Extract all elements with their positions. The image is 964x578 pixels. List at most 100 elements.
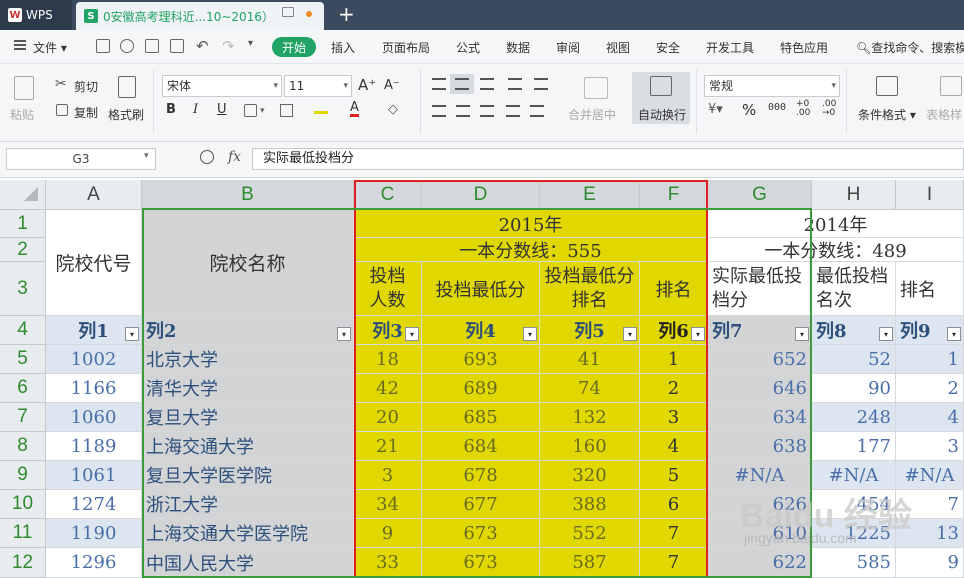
row-header[interactable]: 5 bbox=[0, 345, 46, 374]
menu-tab-review[interactable]: 审阅 bbox=[556, 39, 580, 56]
column-header-b[interactable]: B bbox=[142, 180, 354, 210]
table-cell[interactable]: 90 bbox=[812, 374, 896, 403]
table-cell[interactable]: 652 bbox=[708, 345, 812, 374]
table-cell[interactable]: 北京大学 bbox=[142, 345, 354, 374]
filter-dropdown-icon[interactable]: ▾ bbox=[623, 327, 637, 341]
filter-header-col3[interactable]: 列3 ▾ bbox=[354, 316, 422, 345]
header-cell-rank-2014[interactable]: 排名 bbox=[896, 262, 964, 316]
decrease-decimal-icon[interactable]: .00 →0 bbox=[822, 100, 836, 118]
table-cell[interactable]: 6 bbox=[640, 490, 708, 519]
table-cell[interactable]: 638 bbox=[708, 432, 812, 461]
row-header[interactable]: 6 bbox=[0, 374, 46, 403]
header-cell-school-name[interactable]: 院校名称 bbox=[142, 210, 354, 316]
filter-dropdown-icon[interactable]: ▾ bbox=[523, 327, 537, 341]
table-cell[interactable]: 3 bbox=[640, 403, 708, 432]
table-cell[interactable]: 上海交通大学 bbox=[142, 432, 354, 461]
print-icon[interactable] bbox=[145, 39, 159, 53]
align-top-icon[interactable] bbox=[432, 78, 446, 90]
name-box-dropdown-icon[interactable]: ▾ bbox=[144, 151, 149, 161]
table-cell[interactable]: 622 bbox=[708, 548, 812, 578]
header-cell-min-rank[interactable]: 最低投档名次 bbox=[812, 262, 896, 316]
table-cell[interactable]: 1060 bbox=[46, 403, 142, 432]
filter-header-col4[interactable]: 列4 ▾ bbox=[422, 316, 540, 345]
header-cell-min-score[interactable]: 投档最低分 bbox=[422, 262, 540, 316]
filter-dropdown-icon[interactable]: ▾ bbox=[691, 327, 705, 341]
table-cell[interactable]: 634 bbox=[708, 403, 812, 432]
filter-header-col2[interactable]: 列2 ▾ bbox=[142, 316, 354, 345]
formula-input[interactable]: 实际最低投档分 bbox=[252, 148, 964, 170]
conditional-format-button[interactable]: 条件格式 ▾ bbox=[858, 106, 916, 123]
filter-header-col6[interactable]: 列6 ▾ bbox=[640, 316, 708, 345]
table-cell[interactable]: 21 bbox=[354, 432, 422, 461]
table-cell[interactable]: 673 bbox=[422, 548, 540, 578]
header-cell-rank-2015[interactable]: 排名 bbox=[640, 262, 708, 316]
menu-tab-view[interactable]: 视图 bbox=[606, 39, 630, 56]
table-cell[interactable]: 5 bbox=[640, 461, 708, 490]
decrease-indent-icon[interactable] bbox=[508, 78, 522, 90]
menu-tab-data[interactable]: 数据 bbox=[506, 39, 530, 56]
table-cell[interactable]: 浙江大学 bbox=[142, 490, 354, 519]
menu-tab-start[interactable]: 开始 bbox=[272, 37, 316, 57]
align-bottom-icon[interactable] bbox=[480, 78, 494, 90]
table-cell[interactable]: 388 bbox=[540, 490, 640, 519]
table-cell[interactable]: 673 bbox=[422, 519, 540, 548]
row-header[interactable]: 2 bbox=[0, 238, 46, 262]
table-style-button[interactable]: 表格样 bbox=[926, 106, 962, 123]
menu-tab-page-layout[interactable]: 页面布局 bbox=[382, 39, 430, 56]
filter-dropdown-icon[interactable]: ▾ bbox=[795, 327, 809, 341]
table-cell[interactable]: 2 bbox=[640, 374, 708, 403]
table-cell[interactable]: 684 bbox=[422, 432, 540, 461]
column-header-a[interactable]: A bbox=[46, 180, 142, 210]
align-right-icon[interactable] bbox=[480, 105, 494, 117]
increase-decimal-icon[interactable]: +0.00 bbox=[796, 100, 810, 118]
save-icon[interactable] bbox=[96, 39, 110, 53]
table-cell[interactable]: 693 bbox=[422, 345, 540, 374]
hamburger-menu-icon[interactable] bbox=[14, 40, 26, 50]
table-cell[interactable]: 7 bbox=[640, 519, 708, 548]
command-search[interactable]: 🔍︎查找命令、搜索模 bbox=[856, 39, 964, 56]
table-cell[interactable]: 4 bbox=[896, 403, 964, 432]
column-header-e[interactable]: E bbox=[540, 180, 640, 210]
header-cell-actual-min-score[interactable]: 实际最低投档分 bbox=[708, 262, 812, 316]
menu-tab-insert[interactable]: 插入 bbox=[331, 39, 355, 56]
table-cell[interactable]: 678 bbox=[422, 461, 540, 490]
table-cell[interactable]: 33 bbox=[354, 548, 422, 578]
table-cell[interactable]: 132 bbox=[540, 403, 640, 432]
filter-dropdown-icon[interactable]: ▾ bbox=[337, 327, 351, 341]
filter-header-col8[interactable]: 列8 ▾ bbox=[812, 316, 896, 345]
column-header-f[interactable]: F bbox=[640, 180, 708, 210]
fill-color-icon[interactable] bbox=[314, 102, 328, 114]
row-header[interactable]: 11 bbox=[0, 519, 46, 548]
header-cell-line-2015[interactable]: 一本分数线：555 bbox=[354, 238, 708, 262]
quick-access-more-icon[interactable]: ▾ bbox=[248, 38, 253, 49]
table-cell[interactable]: 1274 bbox=[46, 490, 142, 519]
table-cell[interactable]: #N/A bbox=[812, 461, 896, 490]
table-cell[interactable]: 1002 bbox=[46, 345, 142, 374]
row-header[interactable]: 10 bbox=[0, 490, 46, 519]
filter-header-col5[interactable]: 列5 ▾ bbox=[540, 316, 640, 345]
table-cell[interactable]: 42 bbox=[354, 374, 422, 403]
filter-dropdown-icon[interactable]: ▾ bbox=[405, 327, 419, 341]
row-header[interactable]: 12 bbox=[0, 548, 46, 578]
wps-home-tab[interactable]: W WPS bbox=[0, 0, 72, 30]
table-cell[interactable]: 1166 bbox=[46, 374, 142, 403]
table-cell[interactable]: 677 bbox=[422, 490, 540, 519]
table-cell[interactable]: 1 bbox=[640, 345, 708, 374]
increase-indent-icon[interactable] bbox=[534, 78, 548, 90]
table-cell[interactable]: 中国人民大学 bbox=[142, 548, 354, 578]
table-cell[interactable]: 1296 bbox=[46, 548, 142, 578]
table-cell[interactable]: 248 bbox=[812, 403, 896, 432]
filter-dropdown-icon[interactable]: ▾ bbox=[947, 327, 961, 341]
table-cell[interactable]: 1061 bbox=[46, 461, 142, 490]
row-header[interactable]: 1 bbox=[0, 210, 46, 238]
table-cell[interactable]: 320 bbox=[540, 461, 640, 490]
menu-tab-developer[interactable]: 开发工具 bbox=[706, 39, 754, 56]
border-dropdown-icon[interactable]: ▾ bbox=[260, 106, 265, 116]
column-header-h[interactable]: H bbox=[812, 180, 896, 210]
justify-icon[interactable] bbox=[506, 105, 520, 117]
table-cell[interactable]: 2 bbox=[896, 374, 964, 403]
menu-file[interactable]: 文件 ▾ bbox=[33, 39, 67, 56]
table-cell[interactable]: 52 bbox=[812, 345, 896, 374]
row-header[interactable]: 4 bbox=[0, 316, 46, 345]
table-cell[interactable]: 585 bbox=[812, 548, 896, 578]
